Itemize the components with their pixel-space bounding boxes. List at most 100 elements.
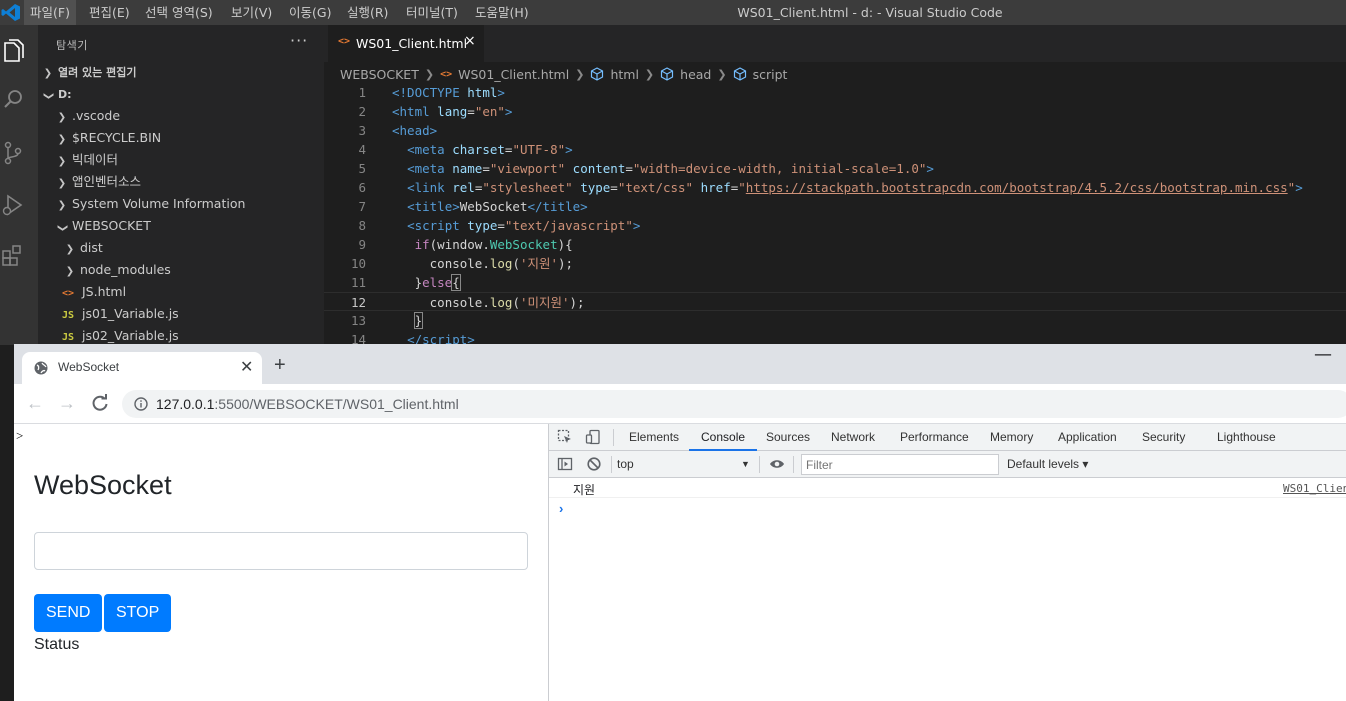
breadcrumb-item[interactable]: WEBSOCKET [340,67,419,82]
menu-go[interactable]: 이동(G) [283,0,337,25]
symbol-element-icon [661,67,674,81]
code-text: <script type="text/javascript"> [407,218,641,233]
html-file-icon: <> [62,288,75,299]
tree-item-label: dist [79,240,103,255]
chevron-right-icon: ❯ [644,67,655,81]
line-number: 1 [358,85,366,100]
tab-performance[interactable]: Performance [900,424,969,451]
chevron-right-icon: ❯ [43,68,53,79]
context-selector[interactable]: top [617,455,755,474]
line-number: 13 [350,313,366,328]
reload-icon[interactable] [89,392,111,414]
send-button[interactable]: SEND [34,594,103,632]
tree-item-label: 앱인벤터소스 [71,174,141,189]
chevron-right-icon: ❯ [57,112,67,123]
back-arrow-icon[interactable]: ← [24,392,46,414]
more-actions-button[interactable]: ··· [290,31,308,50]
minimize-button[interactable]: — [1314,344,1332,365]
tree-item-js-html[interactable]: <> JS.html [38,281,324,303]
tree-item-system-volume[interactable]: ❯ System Volume Information [38,193,324,215]
breadcrumb-item[interactable]: script [753,67,788,82]
tree-item-appinventor[interactable]: ❯ 앱인벤터소스 [38,171,324,193]
tree-item-node-modules[interactable]: ❯ node_modules [38,259,324,281]
breadcrumb-item[interactable]: head [680,67,711,82]
tree-item-vscode[interactable]: ❯ .vscode [38,105,324,127]
chevron-down-icon: ❯ [57,223,68,233]
message-input[interactable] [34,532,528,570]
tab-lighthouse[interactable]: Lighthouse [1217,424,1276,451]
tab-security[interactable]: Security [1142,424,1185,451]
tab-elements[interactable]: Elements [629,424,679,451]
log-levels-dropdown[interactable]: Default levels ▾ [1007,455,1088,474]
js-file-icon: JS [62,332,75,343]
tab-network[interactable]: Network [831,424,875,451]
vscode-logo-icon [1,4,20,21]
stop-button[interactable]: STOP [104,594,172,632]
menu-file[interactable]: 파일(F) [24,0,76,25]
menu-edit[interactable]: 편집(E) [83,0,136,25]
line-number: 4 [358,142,366,157]
console-message: 지원 [573,483,596,497]
address-bar[interactable]: 127.0.0.1:5500/WEBSOCKET/WS01_Client.htm… [122,390,1346,418]
code-line: 6 <link rel="stylesheet" type="text/css"… [324,178,1346,197]
tree-item-websocket[interactable]: ❯ WEBSOCKET [38,215,324,237]
open-editors-section[interactable]: ❯ 열려 있는 편집기 [38,61,324,83]
stray-text: > [16,428,24,443]
browser-window: WebSocket ✕ + — ← → 127.0.0.1:5500/WEBSO… [14,344,1346,701]
code-line: 7 <title>WebSocket</title> [324,197,1346,216]
tab-console[interactable]: Console [689,424,758,451]
tree-item-recycle-bin[interactable]: ❯ $RECYCLE.BIN [38,127,324,149]
browser-tab[interactable]: WebSocket ✕ [22,352,262,384]
eye-icon[interactable] [769,456,785,472]
close-icon[interactable]: × [464,33,476,49]
code-line: 13 } [324,311,1346,330]
search-icon[interactable] [0,85,26,115]
breadcrumb-item[interactable]: WS01_Client.html [458,67,569,82]
console-source-link[interactable]: WS01_Clien [1283,482,1346,495]
line-number: 5 [358,161,366,176]
sidebar-title: 탐색기 [56,39,88,52]
browser-toolbar: ← → 127.0.0.1:5500/WEBSOCKET/WS01_Client… [14,384,1346,424]
tab-sources[interactable]: Sources [766,424,810,451]
menu-selection[interactable]: 선택 영역(S) [139,0,219,25]
menu-view[interactable]: 보기(V) [225,0,278,25]
menu-run[interactable]: 실행(R) [341,0,394,25]
tab-memory[interactable]: Memory [990,424,1033,451]
tree-item-dist[interactable]: ❯ dist [38,237,324,259]
editor-tab-ws01-client[interactable]: <> WS01_Client.html × [328,25,484,62]
folder-root-d[interactable]: ❯ D: [38,83,324,105]
browser-tab-title: WebSocket [58,360,120,374]
breadcrumb-item[interactable]: html [610,67,638,82]
line-number: 9 [358,237,366,252]
code-text: </script> [407,332,475,345]
tab-application[interactable]: Application [1058,424,1117,451]
menu-help[interactable]: 도움말(H) [469,0,535,25]
clear-console-icon[interactable] [586,456,602,472]
inspect-element-icon[interactable] [557,429,573,445]
chevron-right-icon: ❯ [57,134,67,145]
line-number: 12 [350,295,366,310]
tree-item-bigdata[interactable]: ❯ 빅데이터 [38,149,324,171]
sidebar-toggle-icon[interactable] [557,456,573,472]
extensions-icon[interactable] [0,241,26,271]
new-tab-button[interactable]: + [274,354,286,377]
tree-item-js01[interactable]: JS js01_Variable.js [38,303,324,325]
chevron-right-icon: ❯ [57,200,67,211]
forward-arrow-icon[interactable]: → [56,392,78,414]
info-icon[interactable] [134,397,148,411]
filter-input[interactable] [801,454,999,475]
source-control-icon[interactable] [0,138,26,168]
console-prompt-icon[interactable]: › [559,501,563,516]
device-toolbar-icon[interactable] [585,429,601,445]
chevron-right-icon: ❯ [57,156,67,167]
tree-item-label: js02_Variable.js [81,328,179,343]
code-line: 1 <!DOCTYPE html> [324,83,1346,102]
run-debug-icon[interactable] [0,191,26,221]
explorer-icon[interactable] [0,37,26,67]
tree-item-js02[interactable]: JS js02_Variable.js [38,325,324,345]
line-number: 3 [358,123,366,138]
menu-terminal[interactable]: 터미널(T) [400,0,464,25]
web-page: > WebSocket SEND STOP Status [14,424,548,701]
close-icon[interactable]: ✕ [240,357,253,376]
chevron-right-icon: ❯ [424,67,435,81]
